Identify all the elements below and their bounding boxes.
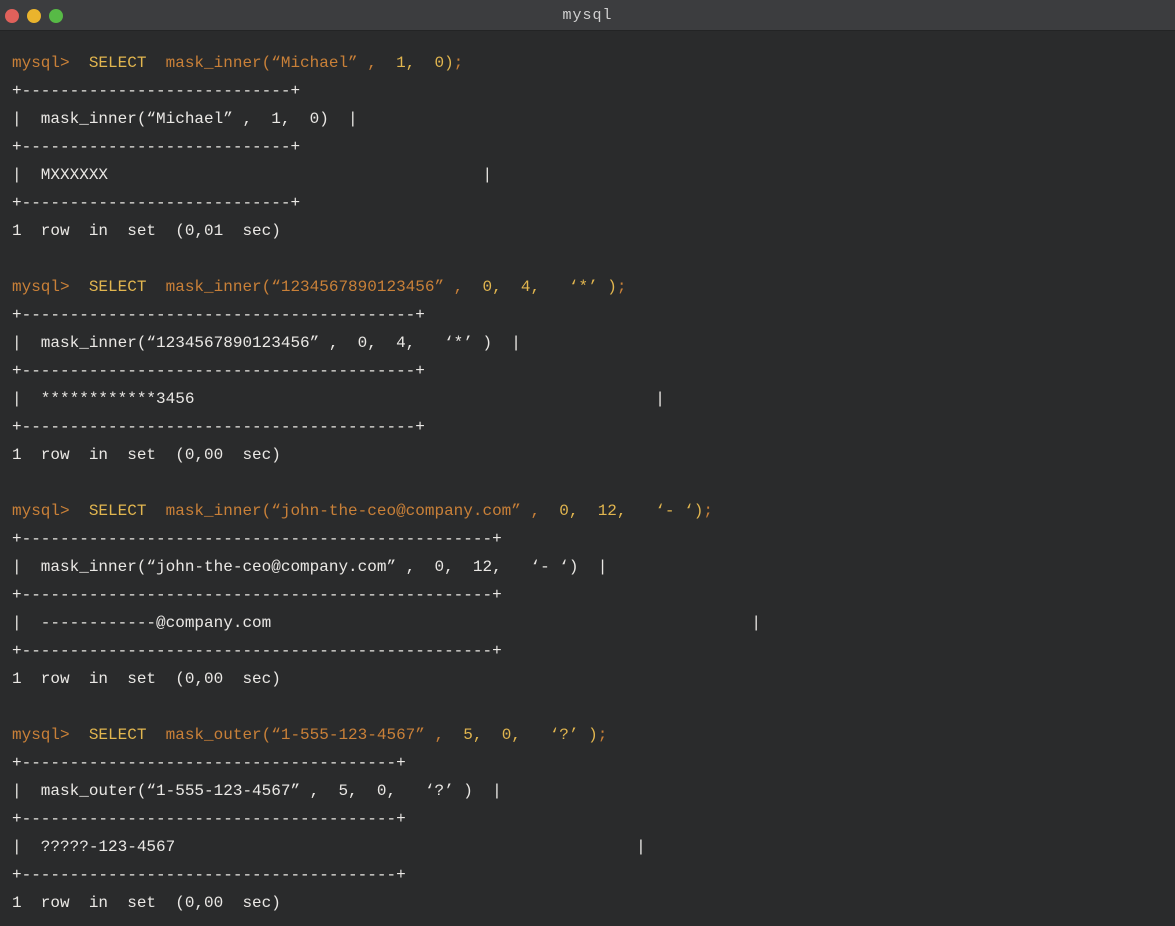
sql-text: mask_inner(“Michael” , [166,54,396,72]
sql-text: ; [454,54,464,72]
mysql-prompt-line: mysql> SELECT mask_inner(“john-the-ceo@c… [12,497,1171,525]
table-border-line: +---------------------------------------… [12,861,1171,889]
table-border-line: +----------------------------+ [12,77,1171,105]
sql-literal: 1, 0) [396,54,454,72]
sql-text: ; [703,502,713,520]
status-line: 1 row in set (0,00 sec) [12,889,1171,917]
sql-text: ; [617,278,627,296]
minimize-button[interactable] [27,9,41,23]
mysql-prompt-line: mysql> SELECT mask_outer(“1-555-123-4567… [12,721,1171,749]
spacer [70,726,89,744]
status-line: 1 row in set (0,01 sec) [12,217,1171,245]
prompt: mysql> [12,502,70,520]
table-row-line: | ?????-123-4567 | [12,833,1171,861]
table-row-line: | mask_inner(“john-the-ceo@company.com” … [12,553,1171,581]
titlebar: mysql [0,0,1175,31]
blank-line [12,469,1171,497]
blank-line [12,245,1171,273]
table-border-line: +---------------------------------------… [12,581,1171,609]
spacer [146,726,165,744]
sql-keyword: SELECT [89,278,147,296]
sql-literal: 5, 0, ‘?’ ) [463,726,597,744]
table-border-line: +---------------------------------------… [12,525,1171,553]
mysql-prompt-line: mysql> SELECT mask_inner(“Michael” , 1, … [12,49,1171,77]
spacer [70,278,89,296]
prompt: mysql> [12,54,70,72]
mysql-prompt-line: mysql> SELECT mask_inner(“12345678901234… [12,273,1171,301]
status-line: 1 row in set (0,00 sec) [12,441,1171,469]
spacer [146,502,165,520]
table-border-line: +---------------------------------------… [12,749,1171,777]
table-border-line: +----------------------------+ [12,133,1171,161]
terminal-output: mysql> SELECT mask_inner(“Michael” , 1, … [0,31,1175,926]
sql-keyword: SELECT [89,54,147,72]
blank-line [12,693,1171,721]
spacer [70,502,89,520]
sql-text: mask_inner(“1234567890123456” , [166,278,483,296]
prompt: mysql> [12,726,70,744]
zoom-button[interactable] [49,9,63,23]
table-row-line: | ************3456 | [12,385,1171,413]
sql-text: ; [598,726,608,744]
sql-text: mask_inner(“john-the-ceo@company.com” , [166,502,560,520]
sql-literal: 0, 4, ‘*’ ) [482,278,616,296]
spacer [146,278,165,296]
table-row-line: | mask_outer(“1-555-123-4567” , 5, 0, ‘?… [12,777,1171,805]
spacer [146,54,165,72]
sql-keyword: SELECT [89,502,147,520]
table-row-line: | ------------@company.com | [12,609,1171,637]
traffic-lights [5,0,63,31]
table-row-line: | mask_inner(“Michael” , 1, 0) | [12,105,1171,133]
status-line: 1 row in set (0,00 sec) [12,665,1171,693]
sql-literal: 0, 12, ‘- ‘) [559,502,703,520]
sql-keyword: SELECT [89,726,147,744]
close-button[interactable] [5,9,19,23]
table-row-line: | MXXXXXX | [12,161,1171,189]
table-border-line: +---------------------------------------… [12,805,1171,833]
table-border-line: +----------------------------+ [12,189,1171,217]
table-row-line: | mask_inner(“1234567890123456” , 0, 4, … [12,329,1171,357]
window-title: mysql [562,7,612,24]
table-border-line: +---------------------------------------… [12,301,1171,329]
table-border-line: +---------------------------------------… [12,637,1171,665]
terminal-window: mysql mysql> SELECT mask_inner(“Michael”… [0,0,1175,926]
spacer [70,54,89,72]
table-border-line: +---------------------------------------… [12,413,1171,441]
table-border-line: +---------------------------------------… [12,357,1171,385]
prompt: mysql> [12,278,70,296]
sql-text: mask_outer(“1-555-123-4567” , [166,726,464,744]
